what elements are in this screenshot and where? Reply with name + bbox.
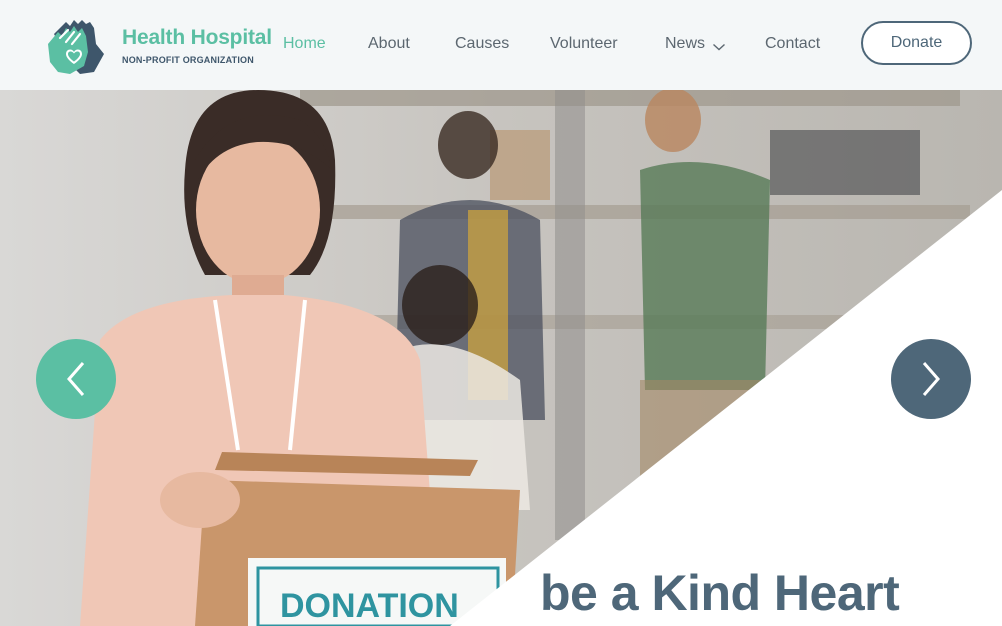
nav-item-contact[interactable]: Contact	[765, 35, 820, 53]
nav-item-causes[interactable]: Causes	[455, 35, 509, 53]
nav-item-about[interactable]: About	[368, 35, 410, 53]
chevron-left-icon	[67, 362, 85, 396]
slider-next-button[interactable]	[891, 339, 971, 419]
nav-item-news[interactable]: News	[665, 35, 726, 53]
slider-prev-button[interactable]	[36, 339, 116, 419]
hero-image: DONATION	[0, 90, 1002, 626]
hero-slider: DONATION be a Kind Heart	[0, 90, 1002, 626]
hero-headline: be a Kind Heart	[540, 565, 900, 621]
main-nav: Home About Causes Volunteer News Contact	[0, 35, 1002, 55]
donate-button[interactable]: Donate	[861, 21, 972, 65]
chevron-right-icon	[922, 362, 940, 396]
brand-subtitle: NON-PROFIT ORGANIZATION	[122, 55, 254, 65]
chevron-down-icon	[712, 39, 726, 51]
nav-item-home[interactable]: Home	[283, 35, 326, 53]
nav-item-news-label: News	[665, 35, 706, 52]
site-header: Health Hospital NON-PROFIT ORGANIZATION …	[0, 0, 1002, 90]
donation-box-label: DONATION	[280, 587, 459, 625]
nav-item-volunteer[interactable]: Volunteer	[550, 35, 618, 53]
